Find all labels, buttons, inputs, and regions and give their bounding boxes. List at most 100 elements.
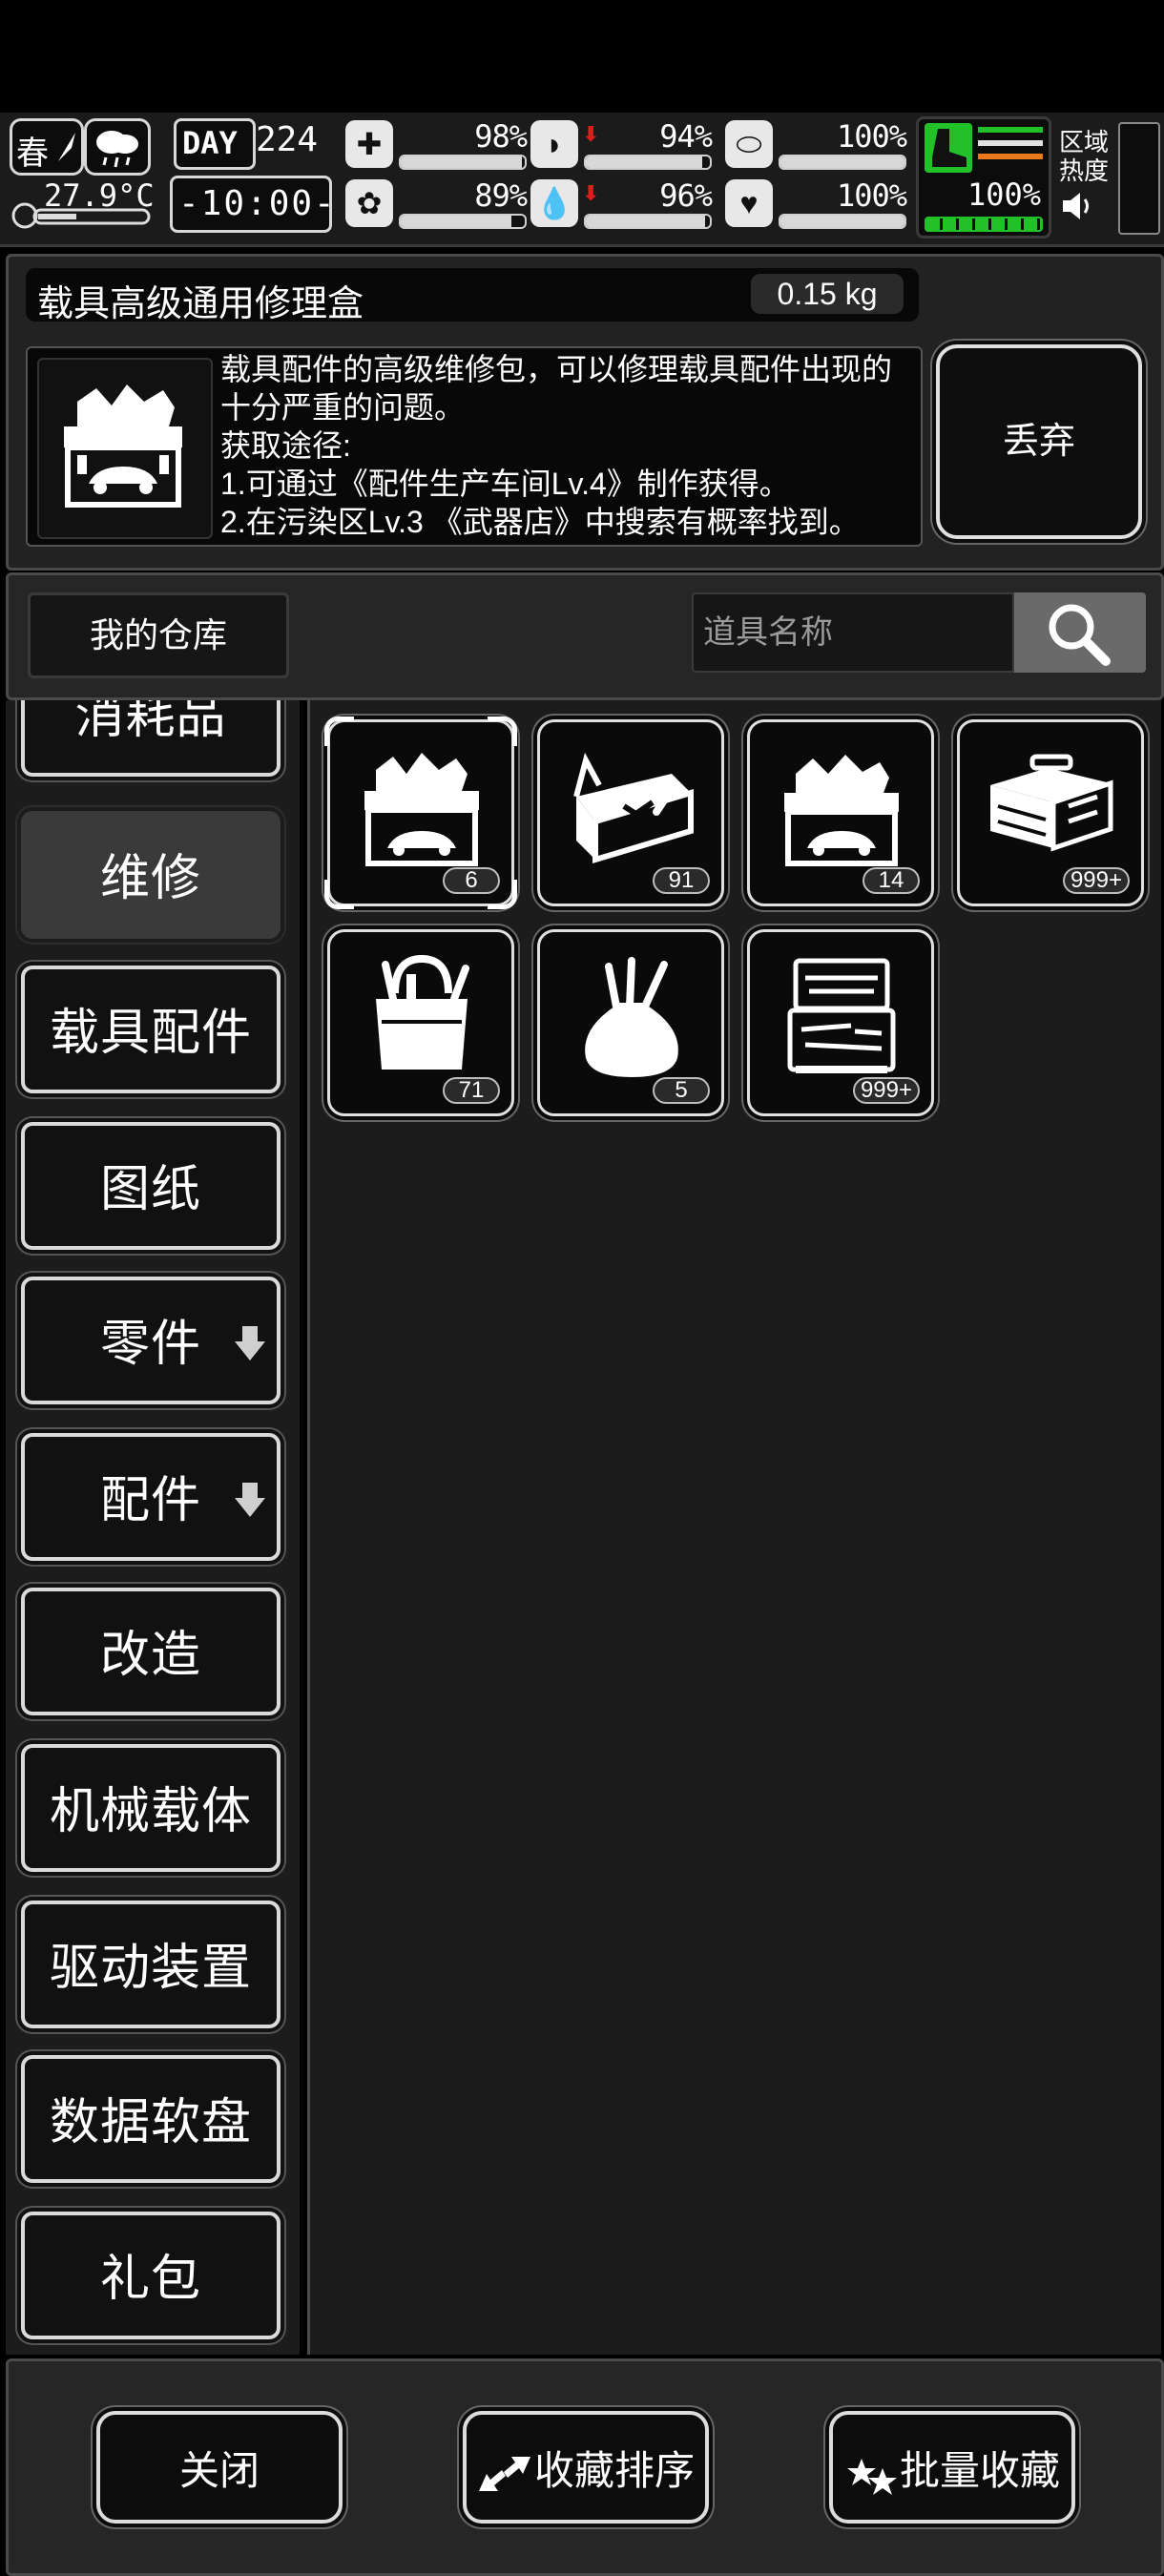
close-label: 关闭 <box>178 2448 260 2493</box>
category-blueprints[interactable]: 图纸 <box>21 1122 281 1250</box>
close-button[interactable]: 关闭 <box>96 2411 343 2524</box>
category-modification[interactable]: 改造 <box>21 1588 281 1715</box>
stat-bar-fill <box>586 216 705 227</box>
region-heat-meter <box>1118 122 1160 235</box>
stat-medicine: ⬭ 100% <box>725 118 907 172</box>
stat-bar-fill <box>780 156 904 168</box>
stomach-icon: ◗ <box>530 120 578 168</box>
tool-bag-icon <box>376 954 469 1070</box>
category-label: 数据软盘 <box>49 2095 252 2150</box>
down-arrow-icon <box>235 1483 265 1517</box>
selection-corner <box>324 880 354 909</box>
category-consumables[interactable]: 消耗品 <box>21 700 281 777</box>
clock: -10:00- <box>170 176 335 233</box>
toolbox-icon <box>990 754 1113 852</box>
item-title-bar: 载具高级通用修理盒 0.15 kg <box>26 268 919 324</box>
item-detail-panel: 载具高级通用修理盒 0.15 kg 载具配件的高级维修包，可以修理载具配件出现的… <box>6 254 1164 571</box>
speaker-icon[interactable] <box>1059 189 1097 223</box>
stat-value: 94% <box>659 118 713 155</box>
item-slot[interactable]: 71 <box>327 929 514 1116</box>
temperature-value: 27.9°C <box>44 177 155 214</box>
category-mechanical-carrier[interactable]: 机械载体 <box>21 1744 281 1872</box>
discard-button[interactable]: 丢弃 <box>936 344 1142 539</box>
region-heat: 区域 热度 <box>1059 128 1116 228</box>
status-bar: 春 27.9°C DAY 224 -10:00- ✚ 98% ◗ ⬇ 94% ⬭… <box>0 113 1164 247</box>
stamina-bar <box>925 217 1043 232</box>
heart-icon: ♥ <box>725 179 773 227</box>
favorite-sort-button[interactable]: 收藏排序 <box>463 2411 709 2524</box>
category-vehicle-parts[interactable]: 载具配件 <box>21 966 281 1093</box>
item-slot[interactable]: 91 <box>537 719 724 906</box>
stat-bar-fill <box>586 156 703 168</box>
day-number: 224 <box>256 120 319 159</box>
category-label: 零件 <box>99 1317 201 1372</box>
stat-mood: ✿ 89% <box>345 177 528 231</box>
capsule-icon: ⬭ <box>725 120 773 168</box>
item-slot[interactable]: 5 <box>537 929 724 1116</box>
boot-icon <box>925 123 972 173</box>
search-button[interactable] <box>1014 592 1146 673</box>
weather-badge <box>84 118 151 176</box>
item-slot[interactable]: 14 <box>747 719 934 906</box>
category-drive-unit[interactable]: 驱动装置 <box>21 1901 281 2028</box>
category-label: 配件 <box>99 1473 201 1528</box>
item-description-box: 载具配件的高级维修包，可以修理载具配件出现的十分严重的问题。 获取途径: 1.可… <box>26 346 923 547</box>
stat-health: ✚ 98% <box>345 118 528 172</box>
item-count: 999+ <box>852 1077 920 1104</box>
sort-label: 收藏排序 <box>533 2448 695 2493</box>
item-count: 6 <box>443 867 500 894</box>
stat-value: 89% <box>474 177 528 214</box>
stat-bar-fill <box>780 216 904 227</box>
category-label: 图纸 <box>99 1162 201 1217</box>
bottom-action-bar: 关闭 收藏排序 批量收藏 <box>6 2358 1164 2576</box>
day-label: DAY <box>182 125 238 161</box>
tool-pouch-icon <box>585 957 678 1077</box>
warehouse-bar: 我的仓库 <box>6 572 1164 700</box>
item-name: 载具高级通用修理盒 <box>37 284 364 324</box>
water-drop-icon: 💧 <box>530 179 578 227</box>
advanced-vehicle-repair-box-icon <box>37 358 213 539</box>
item-slot[interactable]: 6 <box>324 717 517 909</box>
stat-value: 98% <box>474 118 528 155</box>
search-input[interactable] <box>692 592 1014 673</box>
item-count: 5 <box>653 1077 710 1104</box>
stat-bar-fill <box>401 156 523 168</box>
category-label: 维修 <box>99 851 201 906</box>
tool-tray-icon <box>573 752 694 864</box>
tab-my-warehouse[interactable]: 我的仓库 <box>28 592 289 678</box>
swap-arrows-icon <box>478 2456 530 2491</box>
item-count: 91 <box>653 867 710 894</box>
category-label: 消耗品 <box>74 700 227 744</box>
category-label: 驱动装置 <box>49 1941 252 1996</box>
stat-value: 100% <box>836 177 907 214</box>
medkit-icon: ✚ <box>345 120 393 168</box>
batch-favorite-button[interactable]: 批量收藏 <box>829 2411 1075 2524</box>
advanced-vehicle-repair-box-icon <box>364 753 479 866</box>
category-gift-pack[interactable]: 礼包 <box>21 2212 281 2339</box>
category-label: 礼包 <box>99 2252 201 2307</box>
tool-case-icon <box>787 958 896 1073</box>
category-components[interactable]: 零件 <box>21 1277 281 1404</box>
stamina-value: 100% <box>967 177 1041 213</box>
time-value: -10:00- <box>178 184 337 223</box>
brain-icon: ✿ <box>345 179 393 227</box>
stamina-lines <box>978 127 1043 159</box>
feather-icon <box>58 133 75 161</box>
category-accessories[interactable]: 配件 <box>21 1433 281 1561</box>
rain-cloud-icon <box>96 131 138 168</box>
season-label: 春 <box>16 135 49 172</box>
search-icon <box>1049 604 1111 666</box>
category-label: 载具配件 <box>49 1006 252 1061</box>
item-slot[interactable]: 999+ <box>747 929 934 1116</box>
down-arrow-icon: ⬇ <box>582 122 600 146</box>
category-repair[interactable]: 维修 <box>21 811 281 939</box>
region-heat-label: 区域 <box>1059 128 1110 156</box>
season-badge: 春 <box>10 118 84 176</box>
item-count: 71 <box>443 1077 500 1104</box>
item-description: 载具配件的高级维修包，可以修理载具配件出现的十分严重的问题。 获取途径: 1.可… <box>220 352 893 539</box>
item-slot[interactable]: 999+ <box>957 719 1144 906</box>
stat-hunger: ◗ ⬇ 94% <box>530 118 713 172</box>
stars-icon <box>846 2458 897 2495</box>
category-sidebar: 消耗品 维修 载具配件 图纸 零件 配件 改造 机械载体 驱动装置 数据软盘 礼… <box>6 700 300 2355</box>
category-data-floppy[interactable]: 数据软盘 <box>21 2055 281 2183</box>
